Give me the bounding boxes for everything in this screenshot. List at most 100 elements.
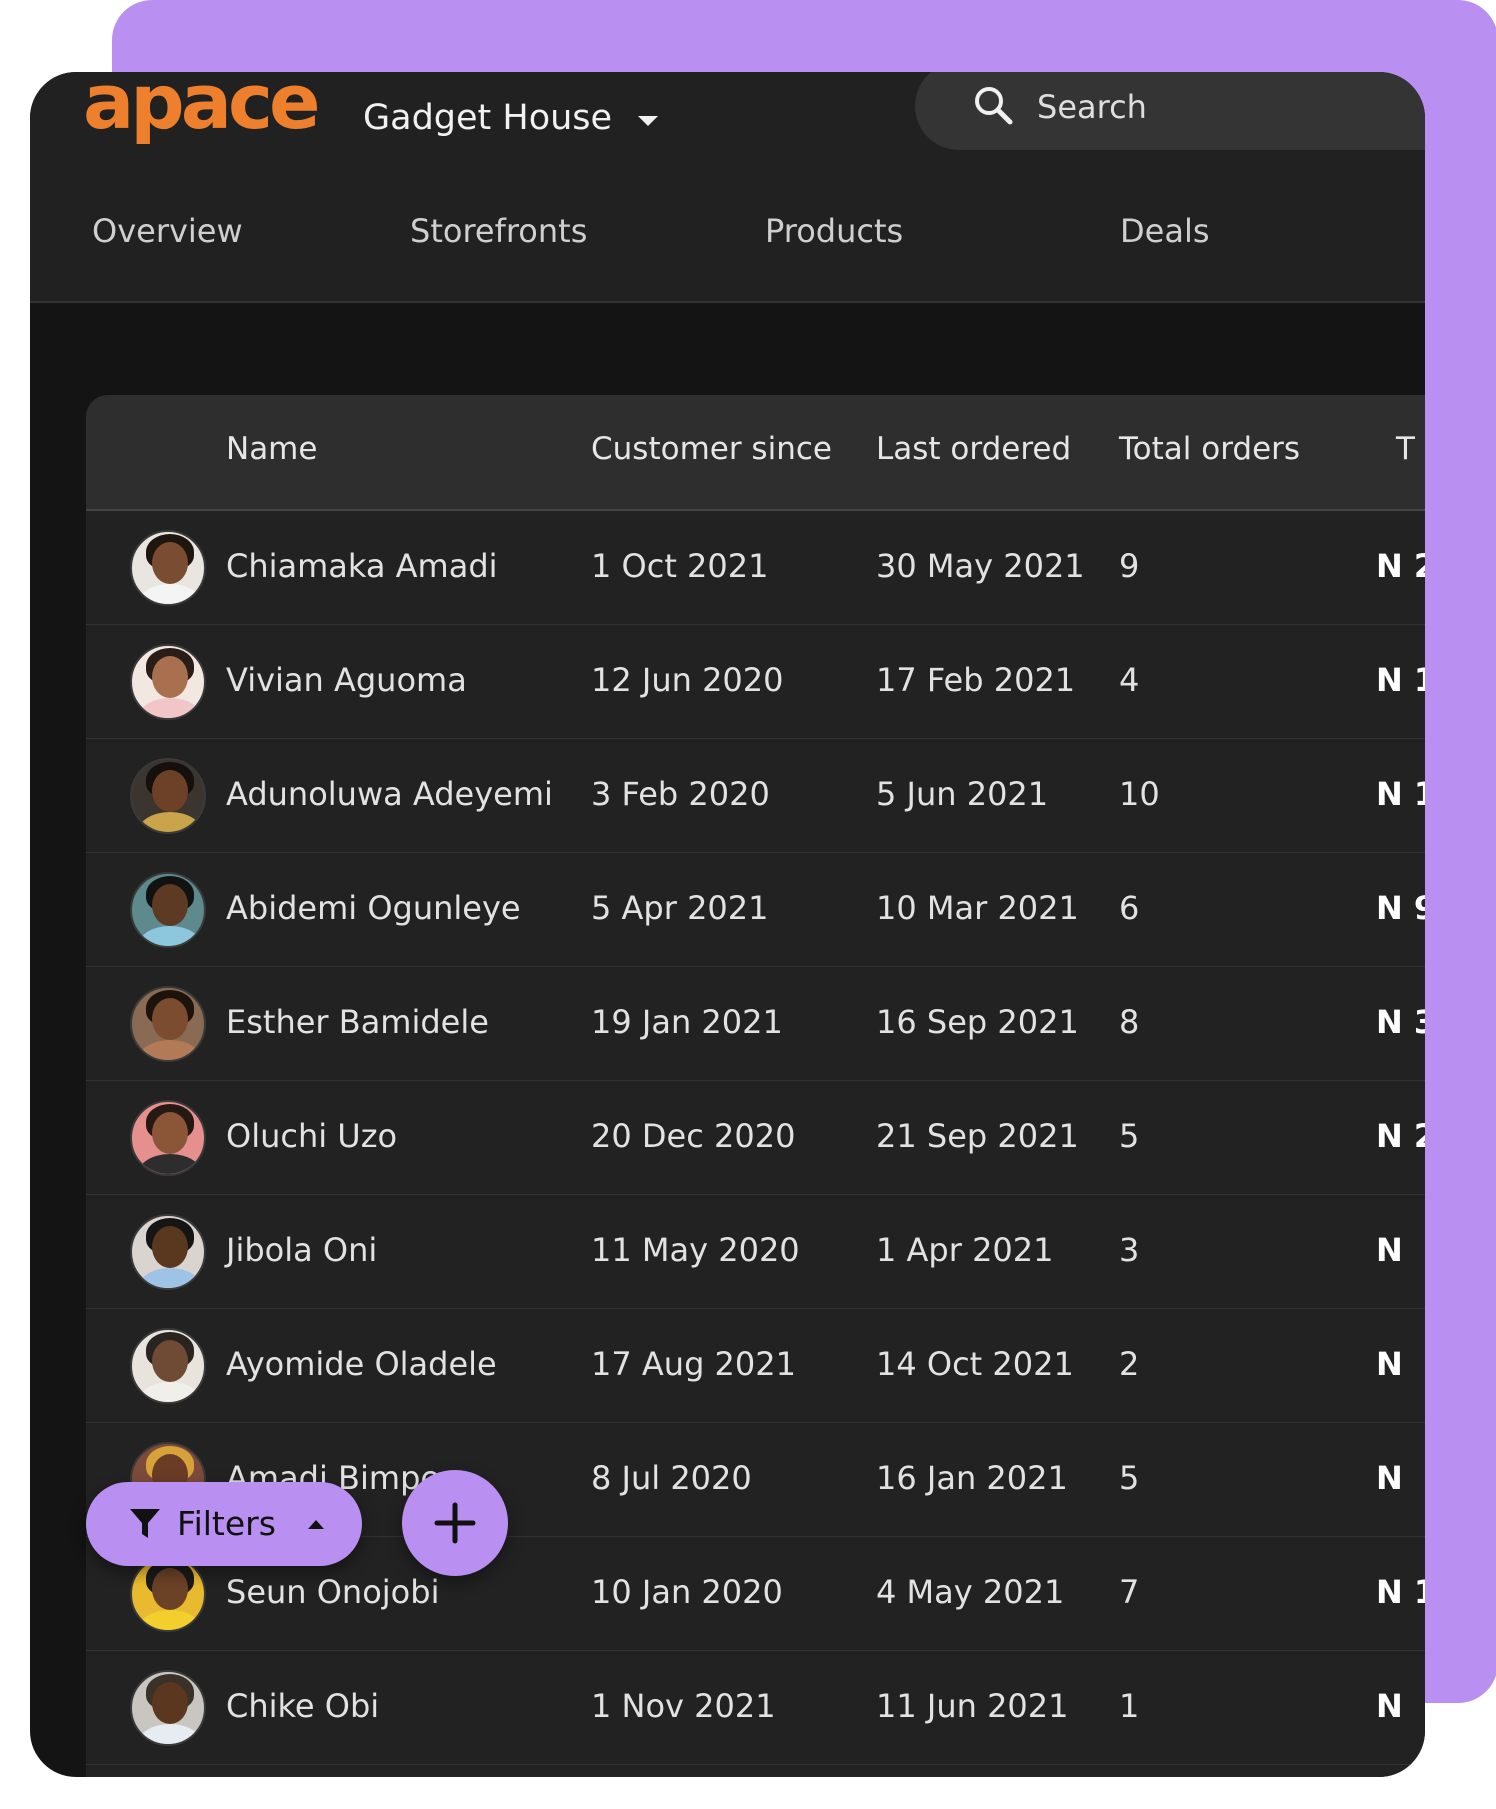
total-spend: N — [1376, 1459, 1403, 1497]
column-header-last-ordered[interactable]: Last ordered — [876, 431, 1071, 467]
last-ordered: 10 Mar 2021 — [876, 889, 1079, 927]
total-orders: 10 — [1119, 775, 1160, 813]
table-row[interactable]: Jibola Oni 11 May 2020 1 Apr 2021 3 N — [86, 1195, 1425, 1309]
total-orders: 2 — [1119, 1345, 1140, 1383]
customer-since: 8 Jul 2020 — [591, 1459, 752, 1497]
table-row[interactable]: Chike Obi 1 Nov 2021 11 Jun 2021 1 N — [86, 1651, 1425, 1765]
total-spend: N 9 — [1376, 889, 1425, 927]
table-row[interactable]: Vivian Aguoma 12 Jun 2020 17 Feb 2021 4 … — [86, 625, 1425, 739]
total-orders: 9 — [1119, 547, 1140, 585]
table-row[interactable]: Esther Bamidele 19 Jan 2021 16 Sep 2021 … — [86, 967, 1425, 1081]
last-ordered: 4 May 2021 — [876, 1573, 1065, 1611]
filter-funnel-icon — [130, 1509, 160, 1538]
customer-name: Esther Bamidele — [226, 1003, 489, 1041]
column-header-total-orders[interactable]: Total orders — [1119, 431, 1300, 467]
total-orders: 6 — [1119, 889, 1140, 927]
table-row[interactable]: Oluchi Uzo 20 Dec 2020 21 Sep 2021 5 N 2 — [86, 1081, 1425, 1195]
last-ordered: 1 Apr 2021 — [876, 1231, 1054, 1269]
last-ordered: 17 Feb 2021 — [876, 661, 1076, 699]
tab-storefronts[interactable]: Storefronts — [410, 212, 587, 250]
avatar — [130, 1670, 206, 1746]
total-spend: N 2 — [1376, 1117, 1425, 1155]
search-bar[interactable] — [915, 72, 1425, 150]
total-orders: 5 — [1119, 1459, 1140, 1497]
customer-since: 20 Dec 2020 — [591, 1117, 796, 1155]
avatar — [130, 1556, 206, 1632]
total-spend: N — [1376, 1345, 1403, 1383]
avatar — [130, 1328, 206, 1404]
total-orders: 7 — [1119, 1573, 1140, 1611]
last-ordered: 5 Jun 2021 — [876, 775, 1049, 813]
avatar — [130, 1214, 206, 1290]
customer-since: 10 Jan 2020 — [591, 1573, 783, 1611]
total-spend: N 1 — [1376, 661, 1425, 699]
last-ordered: 16 Sep 2021 — [876, 1003, 1079, 1041]
customer-name: Chike Obi — [226, 1687, 380, 1725]
total-spend: N 2 — [1376, 547, 1425, 585]
total-orders: 5 — [1119, 1117, 1140, 1155]
avatar — [130, 758, 206, 834]
avatar — [130, 1100, 206, 1176]
total-orders: 4 — [1119, 661, 1140, 699]
tab-products[interactable]: Products — [765, 212, 903, 250]
total-spend: N 3 — [1376, 1003, 1425, 1041]
filters-button[interactable]: Filters — [86, 1482, 362, 1566]
last-ordered: 21 Sep 2021 — [876, 1117, 1079, 1155]
table-row[interactable]: Abidemi Ogunleye 5 Apr 2021 10 Mar 2021 … — [86, 853, 1425, 967]
column-header-name[interactable]: Name — [226, 431, 317, 467]
total-orders: 1 — [1119, 1687, 1140, 1725]
total-spend: N — [1376, 1687, 1403, 1725]
customer-since: 17 Aug 2021 — [591, 1345, 796, 1383]
avatar — [130, 644, 206, 720]
tab-overview[interactable]: Overview — [92, 212, 243, 250]
total-spend: N 1 — [1376, 1573, 1425, 1611]
customer-name: Chiamaka Amadi — [226, 547, 498, 585]
main-nav: Overview Storefronts Products Deals — [30, 212, 1425, 272]
last-ordered: 16 Jan 2021 — [876, 1459, 1068, 1497]
caret-up-icon — [308, 1520, 324, 1529]
table-row[interactable]: Ayomide Oladele 17 Aug 2021 14 Oct 2021 … — [86, 1309, 1425, 1423]
column-header-customer-since[interactable]: Customer since — [591, 431, 832, 467]
search-icon — [975, 87, 1013, 125]
last-ordered: 30 May 2021 — [876, 547, 1085, 585]
customer-since: 19 Jan 2021 — [591, 1003, 783, 1041]
top-bar: apace Gadget House Overview Storefronts … — [30, 72, 1425, 303]
store-switcher[interactable]: Gadget House — [363, 88, 659, 148]
avatar — [130, 530, 206, 606]
column-header-total-spend[interactable]: T — [1396, 431, 1415, 467]
customer-since: 1 Oct 2021 — [591, 547, 769, 585]
customer-name: Oluchi Uzo — [226, 1117, 398, 1155]
customer-since: 12 Jun 2020 — [591, 661, 784, 699]
total-spend: N 1, — [1376, 775, 1425, 813]
add-customer-button[interactable] — [402, 1470, 508, 1576]
store-name: Gadget House — [363, 98, 613, 138]
customer-name: Adunoluwa Adeyemi — [226, 775, 553, 813]
customer-since: 5 Apr 2021 — [591, 889, 769, 927]
customer-since: 1 Nov 2021 — [591, 1687, 776, 1725]
total-orders: 3 — [1119, 1231, 1140, 1269]
search-input[interactable] — [1035, 82, 1419, 132]
table-body: Chiamaka Amadi 1 Oct 2021 30 May 2021 9 … — [86, 511, 1425, 1765]
total-orders: 8 — [1119, 1003, 1140, 1041]
customer-name: Abidemi Ogunleye — [226, 889, 521, 927]
table-row[interactable]: Adunoluwa Adeyemi 3 Feb 2020 5 Jun 2021 … — [86, 739, 1425, 853]
last-ordered: 11 Jun 2021 — [876, 1687, 1069, 1725]
brand-logo[interactable]: apace — [83, 72, 321, 140]
last-ordered: 14 Oct 2021 — [876, 1345, 1074, 1383]
filters-label: Filters — [177, 1504, 276, 1543]
avatar — [130, 986, 206, 1062]
customer-name: Ayomide Oladele — [226, 1345, 497, 1383]
plus-icon — [434, 1502, 476, 1544]
customer-since: 3 Feb 2020 — [591, 775, 770, 813]
table-header: Name Customer since Last ordered Total o… — [86, 395, 1425, 511]
avatar — [130, 872, 206, 948]
tab-deals[interactable]: Deals — [1120, 212, 1210, 250]
customer-name: Vivian Aguoma — [226, 661, 467, 699]
customer-name: Seun Onojobi — [226, 1573, 440, 1611]
customer-name: Jibola Oni — [226, 1231, 378, 1269]
customer-since: 11 May 2020 — [591, 1231, 800, 1269]
table-row[interactable]: Chiamaka Amadi 1 Oct 2021 30 May 2021 9 … — [86, 511, 1425, 625]
total-spend: N — [1376, 1231, 1403, 1269]
chevron-down-icon — [638, 116, 659, 126]
customers-table: Name Customer since Last ordered Total o… — [86, 395, 1425, 1777]
